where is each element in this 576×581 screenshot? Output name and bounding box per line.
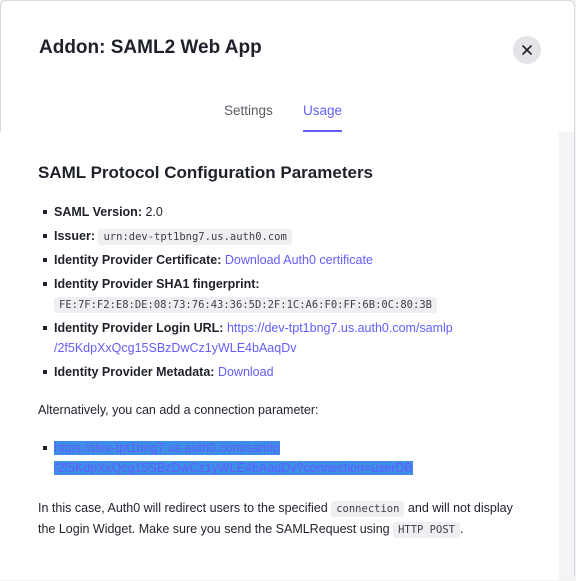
- alt-intro: Alternatively, you can add a connection …: [38, 403, 319, 417]
- param-issuer: Issuer: urn:dev-tpt1bng7.us.auth0.com: [38, 226, 528, 247]
- login-url-label: Identity Provider Login URL:: [54, 321, 224, 335]
- params-list: SAML Version: 2.0 Issuer: urn:dev-tpt1bn…: [38, 202, 528, 385]
- param-login-url: Identity Provider Login URL: https://dev…: [38, 318, 528, 358]
- download-certificate-link[interactable]: Download Auth0 certificate: [225, 253, 373, 267]
- alt-url-item: https://dev-tpt1bng7.us.auth0.com/samlp /…: [38, 438, 528, 478]
- section-title: SAML Protocol Configuration Parameters: [38, 163, 374, 182]
- note-text: In this case, Auth0 will redirect users …: [38, 498, 528, 540]
- param-metadata: Identity Provider Metadata: Download: [38, 362, 528, 382]
- alt-list: https://dev-tpt1bng7.us.auth0.com/samlp /…: [38, 438, 528, 478]
- login-url-line1: https://dev-tpt1bng7.us.auth0.com/samlp: [226, 321, 453, 335]
- alt-url-line2: /2f5KdpXxQcg15SBzDwCz1yWLE4bAaqDv?connec…: [54, 461, 413, 475]
- alt-url-line1: https://dev-tpt1bng7.us.auth0.com/samlp: [54, 441, 280, 455]
- note-code-connection: connection: [331, 501, 405, 517]
- close-button[interactable]: [513, 36, 541, 64]
- note-code-http-post: HTTP POST: [393, 522, 460, 538]
- tab-bar: Settings Usage: [17, 97, 561, 133]
- metadata-label: Identity Provider Metadata:: [54, 364, 215, 379]
- close-icon: [522, 45, 532, 55]
- download-metadata-link[interactable]: Download: [218, 365, 274, 379]
- param-certificate: Identity Provider Certificate: Download …: [38, 250, 528, 270]
- note-part1: In this case, Auth0 will redirect users …: [38, 501, 328, 515]
- param-saml-version: SAML Version: 2.0: [38, 202, 528, 222]
- modal-title: Addon: SAML2 Web App: [39, 37, 262, 58]
- usage-panel: SAML Protocol Configuration Parameters S…: [0, 132, 559, 580]
- param-sha1: Identity Provider SHA1 fingerprint: FE:7…: [38, 274, 528, 315]
- saml-version-label: SAML Version:: [54, 205, 142, 219]
- sha1-value: FE:7F:F2:E8:DE:08:73:76:43:36:5D:2F:1C:A…: [54, 296, 437, 313]
- login-url-line2: /2f5KdpXxQcg15SBzDwCz1yWLE4bAaqDv: [54, 341, 297, 355]
- tab-usage[interactable]: Usage: [303, 103, 343, 132]
- saml-version-value: 2.0: [145, 205, 163, 219]
- alt-url-link[interactable]: https://dev-tpt1bng7.us.auth0.com/samlp /…: [54, 441, 413, 475]
- note-part3: .: [459, 522, 464, 536]
- issuer-value: urn:dev-tpt1bng7.us.auth0.com: [98, 228, 292, 245]
- issuer-label: Issuer:: [54, 228, 95, 243]
- sha1-label: Identity Provider SHA1 fingerprint:: [54, 276, 260, 291]
- scrollbar-track[interactable]: [559, 132, 574, 580]
- tab-settings[interactable]: Settings: [224, 103, 273, 130]
- cert-label: Identity Provider Certificate:: [54, 253, 222, 267]
